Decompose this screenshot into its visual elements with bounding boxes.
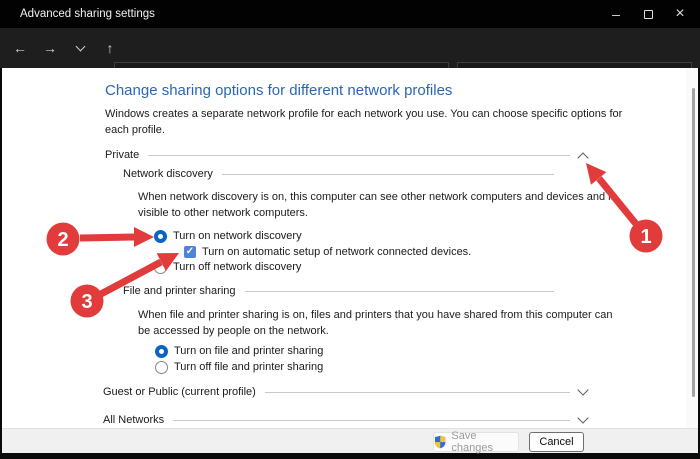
footer-bar: Save changes Cancel [2, 428, 698, 454]
uac-shield-icon [434, 435, 446, 449]
radio-label[interactable]: Turn on network discovery [173, 230, 302, 242]
divider [173, 419, 570, 421]
titlebar: Advanced sharing settings – × [0, 0, 700, 28]
cancel-button[interactable]: Cancel [529, 432, 584, 452]
maximize-icon [643, 9, 653, 19]
up-button[interactable]: ↑ [95, 33, 125, 63]
settings-panel: Change sharing options for different net… [2, 68, 698, 428]
up-icon: ↑ [106, 40, 114, 56]
page-title: Change sharing options for different net… [105, 82, 453, 99]
back-icon: ← [13, 40, 27, 56]
radio-label[interactable]: Turn off network discovery [173, 261, 301, 273]
recent-pages-button[interactable] [65, 33, 95, 63]
chevron-down-icon[interactable] [577, 412, 589, 424]
network-discovery-label: Network discovery [123, 168, 213, 180]
option-automatic-setup[interactable]: ✓ Turn on automatic setup of network con… [184, 245, 471, 259]
maximize-button[interactable] [632, 0, 664, 28]
network-discovery-description: When network discovery is on, this compu… [138, 191, 617, 219]
minimize-button[interactable]: – [600, 0, 632, 28]
advanced-sharing-settings-window: Advanced sharing settings – × ← → ↑ Chan… [0, 0, 700, 459]
check-icon: ✓ [185, 246, 195, 257]
option-turn-off-file-printer[interactable]: Turn off file and printer sharing [155, 360, 323, 374]
chevron-up-icon[interactable] [577, 151, 589, 164]
option-turn-on-file-printer[interactable]: Turn on file and printer sharing [155, 344, 323, 358]
option-turn-off-network-discovery[interactable]: Turn off network discovery [154, 260, 301, 274]
subsection-network-discovery: Network discovery [123, 167, 563, 181]
radio-label[interactable]: Turn off file and printer sharing [174, 361, 323, 373]
save-changes-label: Save changes [451, 430, 494, 454]
checkbox-label[interactable]: Turn on automatic setup of network conne… [202, 246, 471, 258]
window-controls: – × [600, 0, 696, 28]
divider [221, 173, 554, 175]
page-intro: Windows creates a separate network profi… [105, 108, 623, 136]
divider [264, 391, 570, 393]
file-printer-description: When file and printer sharing is on, fil… [138, 309, 613, 337]
section-private-label: Private [105, 149, 140, 161]
radio-off-file-printer[interactable] [155, 360, 168, 374]
cancel-label: Cancel [539, 436, 574, 448]
close-button[interactable]: × [664, 0, 696, 28]
subsection-file-printer-sharing: File and printer sharing [123, 284, 563, 298]
divider [244, 290, 554, 292]
option-turn-on-network-discovery[interactable]: Turn on network discovery [154, 229, 302, 243]
radio-off-network-discovery[interactable] [154, 260, 167, 274]
checkbox-automatic-setup[interactable]: ✓ [184, 246, 196, 258]
save-changes-button[interactable]: Save changes [433, 430, 519, 454]
scrollbar-track[interactable] [686, 68, 698, 428]
chevron-down-icon[interactable] [577, 384, 589, 396]
all-networks-label: All Networks [103, 414, 165, 426]
close-icon: × [675, 5, 685, 22]
radio-on-network-discovery[interactable] [154, 229, 167, 243]
file-printer-label: File and printer sharing [123, 285, 236, 297]
window-title: Advanced sharing settings [20, 8, 155, 20]
back-button[interactable]: ← [5, 33, 35, 63]
forward-icon: → [43, 40, 57, 56]
navigation-bar: ← → ↑ « Network and S... › Advanced shar… [0, 28, 700, 90]
section-guest-public[interactable]: Guest or Public (current profile) [103, 384, 589, 399]
radio-on-file-printer[interactable] [155, 344, 168, 358]
forward-button[interactable]: → [35, 33, 65, 63]
guest-public-label: Guest or Public (current profile) [103, 386, 256, 398]
section-private[interactable]: Private [105, 148, 589, 164]
section-all-networks[interactable]: All Networks [103, 412, 589, 427]
scrollbar-thumb[interactable] [692, 88, 695, 397]
minimize-icon: – [612, 6, 620, 22]
chevron-down-icon [75, 41, 85, 52]
divider [148, 154, 570, 156]
radio-label[interactable]: Turn on file and printer sharing [174, 345, 323, 357]
